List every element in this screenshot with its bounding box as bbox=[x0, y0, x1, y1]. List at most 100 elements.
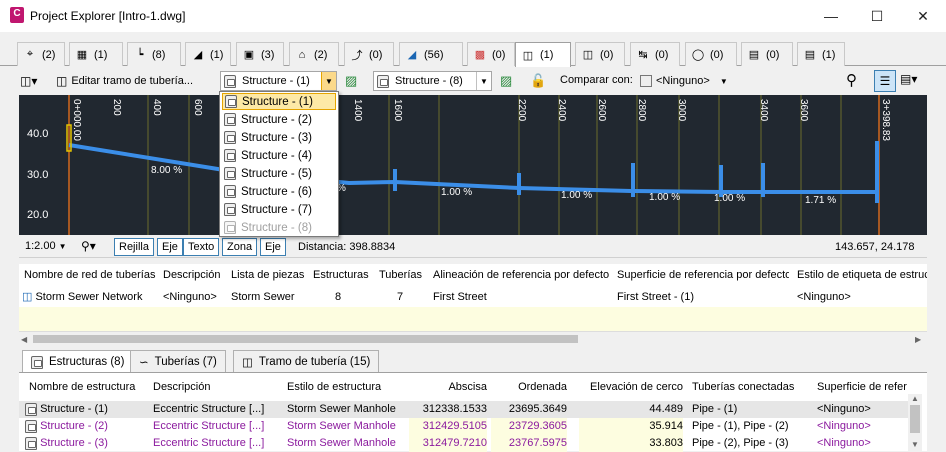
network-surface-cell[interactable]: First Street - (1) bbox=[617, 287, 789, 307]
table-row[interactable]: Structure - (1) Eccentric Structure [...… bbox=[19, 401, 909, 418]
scroll-thumb[interactable] bbox=[33, 335, 578, 343]
zone-toggle[interactable]: Zona bbox=[222, 238, 258, 256]
pick-end-structure-icon[interactable]: ▨ bbox=[500, 73, 518, 89]
slope-label: 1.71 % bbox=[805, 195, 836, 206]
maximize-button[interactable]: ☐ bbox=[854, 0, 900, 32]
axis-toggle[interactable]: Eje bbox=[157, 238, 183, 256]
tab-assemblies[interactable]: ▣ (3) bbox=[236, 42, 284, 66]
network-parts-list-cell[interactable]: Storm Sewer bbox=[231, 287, 309, 307]
x-label-3400: 3400 bbox=[758, 99, 769, 122]
pick-start-structure-icon[interactable]: ▨ bbox=[345, 73, 363, 89]
structures-grid: Nombre de estructura Descripción Estilo … bbox=[19, 372, 927, 452]
structure-marker[interactable] bbox=[631, 163, 635, 197]
zoom-search-icon[interactable]: ⚲ bbox=[846, 71, 857, 89]
dropdown-item[interactable]: Structure - (6) bbox=[222, 183, 336, 200]
network-label-style-cell[interactable]: <Ninguno> bbox=[797, 287, 927, 307]
tab-sheets[interactable]: ▤ (1) bbox=[797, 42, 845, 66]
tab-pipe-run[interactable]: ◫ Tramo de tubería (15) bbox=[233, 350, 380, 372]
structure-marker[interactable] bbox=[393, 169, 397, 191]
scroll-left-icon[interactable]: ◀ bbox=[21, 335, 27, 344]
profile-view[interactable]: 40.0 30.0 20.0 0+000.00 200 400 600 1400… bbox=[19, 95, 927, 235]
tab-intersections[interactable]: ◯ (0) bbox=[685, 42, 737, 66]
list-view-button[interactable]: ☰ bbox=[874, 70, 896, 92]
pipe-run-line[interactable] bbox=[68, 143, 879, 194]
col-header[interactable]: Tuberías bbox=[379, 264, 427, 286]
structure-marker[interactable] bbox=[761, 163, 765, 197]
col-header[interactable]: Ordenada bbox=[497, 373, 567, 401]
scroll-right-icon[interactable]: ▶ bbox=[915, 335, 921, 344]
table-row[interactable]: Structure - (2) Eccentric Structure [...… bbox=[19, 418, 909, 435]
structure-icon bbox=[224, 149, 236, 162]
tab-gradings[interactable]: ↹ (0) bbox=[630, 42, 680, 66]
dropdown-item[interactable]: Structure - (7) bbox=[222, 201, 336, 218]
table-row[interactable]: Structure - (3) Eccentric Structure [...… bbox=[19, 435, 909, 452]
structures-vertical-scrollbar[interactable]: ▲ ▼ bbox=[908, 394, 922, 451]
dropdown-item[interactable]: Structure - (5) bbox=[222, 165, 336, 182]
network-description-cell[interactable]: <Ninguno> bbox=[163, 287, 227, 307]
new-pipe-run-button[interactable]: ◫▾ bbox=[20, 71, 48, 91]
lock-icon[interactable]: 🔓 bbox=[530, 73, 548, 89]
tab-points[interactable]: ⌖ (2) bbox=[17, 42, 65, 66]
x-label-start: 0+000.00 bbox=[71, 99, 82, 141]
tab-profiles[interactable]: ◢ (56) bbox=[399, 42, 463, 66]
dropdown-item[interactable]: Structure - (1) bbox=[222, 93, 336, 110]
tab-corridors[interactable]: ◢ (1) bbox=[185, 42, 231, 66]
corridor-icon: ◢ bbox=[193, 49, 203, 61]
window-title: Project Explorer [Intro-1.dwg] bbox=[30, 9, 186, 23]
dropdown-item[interactable]: Structure - (4) bbox=[222, 147, 336, 164]
axis2-toggle[interactable]: Eje bbox=[260, 238, 286, 256]
col-header[interactable]: Descripción bbox=[153, 373, 283, 401]
col-header[interactable]: Tuberías conectadas bbox=[692, 373, 810, 401]
structure-icon bbox=[224, 185, 236, 198]
layout-menu-button[interactable]: ▤▾ bbox=[900, 72, 917, 86]
dropdown-item[interactable]: Structure - (2) bbox=[222, 111, 336, 128]
tab-alignments[interactable]: ┕ (8) bbox=[127, 42, 181, 66]
tab-structures[interactable]: Estructuras (8) bbox=[22, 350, 134, 373]
x-label-400: 400 bbox=[151, 99, 162, 116]
col-header[interactable]: Elevación de cerco bbox=[579, 373, 683, 401]
minimize-button[interactable]: — bbox=[808, 0, 854, 32]
x-label-1600: 1600 bbox=[392, 99, 403, 122]
x-label-3600: 3600 bbox=[798, 99, 809, 122]
scale-select[interactable]: 1:2.00 ▼ bbox=[25, 240, 67, 252]
network-name-cell[interactable]: ◫ Storm Sewer Network bbox=[22, 287, 160, 307]
tab-pipes[interactable]: ∽ Tuberías (7) bbox=[130, 350, 226, 372]
network-alignment-cell[interactable]: First Street bbox=[433, 287, 611, 307]
text-toggle[interactable]: Texto bbox=[183, 238, 220, 256]
col-header[interactable]: Superficie de refere bbox=[817, 373, 907, 401]
pipe-run-icon: ◫ bbox=[242, 356, 253, 369]
tab-surfaces[interactable]: ▦ (1) bbox=[69, 42, 123, 66]
scroll-up-icon[interactable]: ▲ bbox=[911, 394, 919, 403]
tab-pressure-networks[interactable]: ◫ (0) bbox=[575, 42, 625, 66]
col-header[interactable]: Nombre de red de tuberías bbox=[24, 264, 156, 286]
structure-marker[interactable] bbox=[517, 173, 521, 195]
end-structure-select[interactable]: Structure - (8) ▼ bbox=[373, 71, 492, 91]
start-structure-select[interactable]: Structure - (1) ▼ bbox=[220, 71, 337, 91]
col-header[interactable]: Estilo de etiqueta de estruct bbox=[797, 264, 927, 286]
col-header[interactable]: Lista de piezas bbox=[231, 264, 309, 286]
close-button[interactable]: ✕ bbox=[900, 0, 946, 32]
tab-featurelines[interactable]: ⤴ (0) bbox=[344, 42, 394, 66]
tab-parcels[interactable]: ⌂ (2) bbox=[289, 42, 339, 66]
col-header[interactable]: Alineación de referencia por defecto bbox=[433, 264, 611, 286]
structure-icon bbox=[25, 402, 37, 416]
col-header[interactable]: Estilo de estructura bbox=[287, 373, 417, 401]
col-header[interactable]: Estructuras bbox=[313, 264, 371, 286]
scroll-down-icon[interactable]: ▼ bbox=[911, 440, 919, 449]
compare-label: Comparar con: bbox=[560, 74, 633, 86]
grid-toggle[interactable]: Rejilla bbox=[114, 238, 154, 256]
edit-pipe-run-button[interactable]: ◫ Editar tramo de tubería... bbox=[56, 71, 193, 91]
dropdown-item[interactable]: Structure - (3) bbox=[222, 129, 336, 146]
network-horizontal-scrollbar[interactable]: ◀ ▶ bbox=[19, 331, 927, 345]
zoom-button[interactable]: ⚲▾ bbox=[81, 239, 96, 253]
col-header[interactable]: Nombre de estructura bbox=[29, 373, 147, 401]
scroll-thumb[interactable] bbox=[910, 405, 920, 433]
compare-select[interactable]: <Ninguno> ▼ bbox=[640, 72, 728, 90]
tab-view-frames[interactable]: ▤ (0) bbox=[741, 42, 793, 66]
tab-sample-lines[interactable]: ▩ (0) bbox=[467, 42, 515, 66]
col-header[interactable]: Descripción bbox=[163, 264, 223, 286]
tab-pipe-networks[interactable]: ◫ (1) bbox=[515, 42, 571, 67]
col-header[interactable]: Abscisa bbox=[429, 373, 487, 401]
structure-8-marker[interactable] bbox=[875, 141, 879, 203]
col-header[interactable]: Superficie de referencia por defecto bbox=[617, 264, 789, 286]
